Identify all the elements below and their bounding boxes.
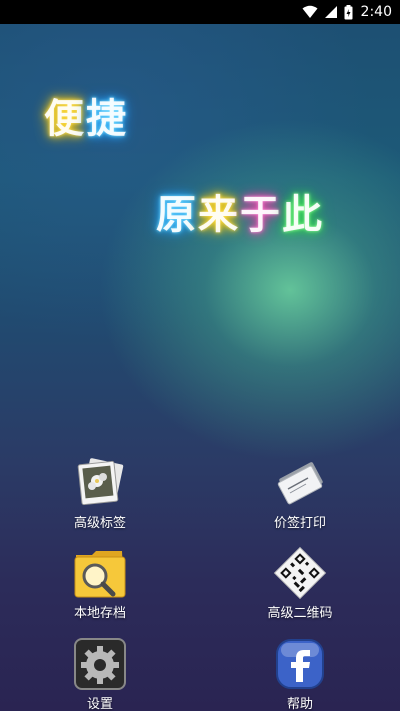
slogan-char: 原 — [156, 192, 198, 238]
advanced-qrcode-button[interactable]: 高级二维码 — [235, 545, 365, 621]
advanced-label-text: 高级标签 — [73, 516, 126, 531]
advanced-qrcode-text: 高级二维码 — [267, 606, 333, 621]
slogan-line-1: 便捷 — [44, 86, 128, 144]
slogan-line-2: 原来于此 — [156, 182, 324, 240]
wifi-icon — [302, 5, 318, 19]
price-print-button[interactable]: 价签打印 — [235, 455, 365, 531]
folder-search-icon — [72, 545, 128, 601]
slogan-char: 来 — [198, 192, 240, 238]
app-screen: 2:40 便捷 原来于此 高级标签 价签打印 本地存档 高级二维码 设置 帮助 — [0, 0, 400, 711]
price-tag-card-icon — [272, 455, 328, 511]
local-archive-button[interactable]: 本地存档 — [35, 545, 165, 621]
facebook-help-icon — [272, 636, 328, 692]
qr-code-icon — [272, 545, 328, 601]
slogan-char: 此 — [282, 192, 324, 238]
cellular-signal-icon — [324, 5, 338, 19]
settings-button[interactable]: 设置 — [35, 636, 165, 711]
help-text: 帮助 — [286, 697, 313, 711]
status-icons: 2:40 — [302, 0, 392, 24]
slogan-char: 捷 — [86, 96, 128, 142]
help-button[interactable]: 帮助 — [235, 636, 365, 711]
status-bar: 2:40 — [0, 0, 400, 24]
status-time: 2:40 — [360, 4, 392, 20]
local-archive-text: 本地存档 — [73, 606, 126, 621]
slogan-char: 便 — [44, 96, 86, 142]
gear-icon — [72, 636, 128, 692]
photo-card-icon — [72, 455, 128, 511]
price-print-text: 价签打印 — [273, 516, 326, 531]
settings-text: 设置 — [86, 697, 113, 711]
advanced-label-button[interactable]: 高级标签 — [35, 455, 165, 531]
battery-icon — [344, 4, 353, 20]
slogan-char: 于 — [240, 192, 282, 238]
